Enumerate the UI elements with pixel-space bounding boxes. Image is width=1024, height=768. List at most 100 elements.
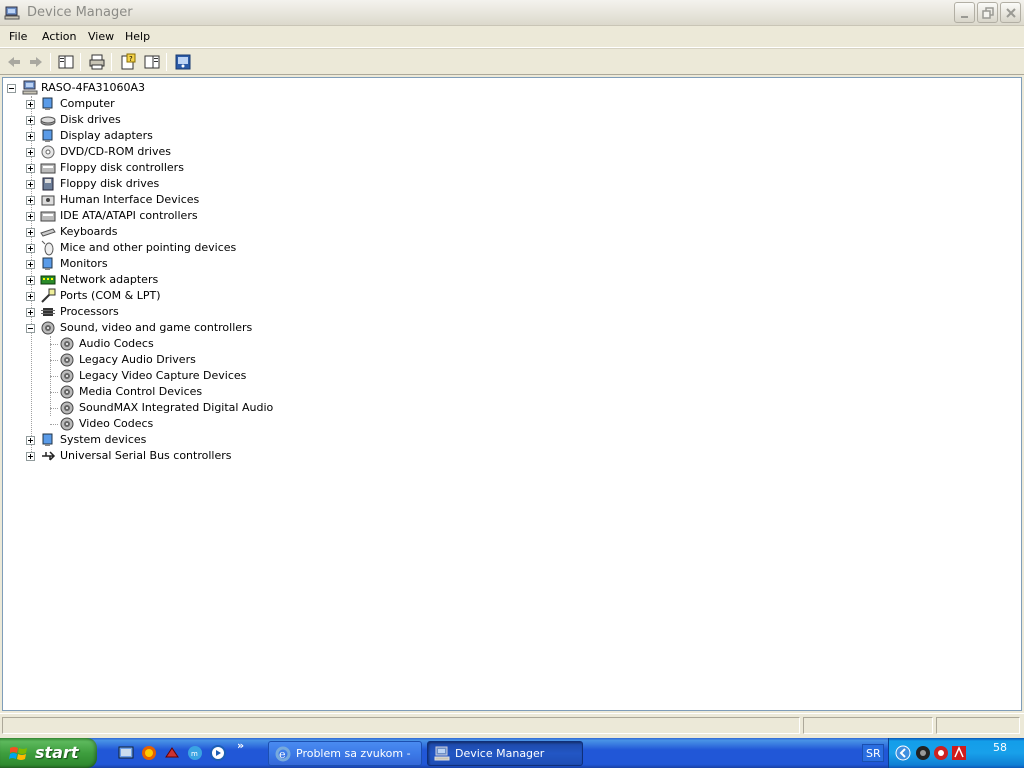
status-cell (803, 717, 933, 734)
help-pane-icon[interactable] (143, 53, 161, 71)
tree-category-computer[interactable]: Computer (3, 96, 403, 112)
properties-icon[interactable]: ? (119, 53, 137, 71)
expand-toggle[interactable] (26, 452, 35, 461)
svg-text:?: ? (129, 55, 133, 63)
expand-toggle[interactable] (26, 260, 35, 269)
category-label: Monitors (60, 257, 108, 270)
tree-category-monitors[interactable]: Monitors (3, 256, 403, 272)
tree-line (50, 360, 58, 361)
minimize-button[interactable] (954, 2, 975, 23)
expand-toggle[interactable] (26, 244, 35, 253)
processor-icon (41, 308, 55, 316)
tree-device-item[interactable]: Legacy Video Capture Devices (3, 368, 403, 384)
tree-line (50, 392, 58, 393)
expand-toggle[interactable] (26, 308, 35, 317)
collapse-toggle[interactable] (26, 324, 35, 333)
task-label: Problem sa zvukom - ... (296, 747, 411, 768)
device-label: Media Control Devices (79, 385, 203, 398)
expand-toggle[interactable] (26, 436, 35, 445)
tree-category-disk-drives[interactable]: Disk drives (3, 112, 403, 128)
collapse-toggle[interactable] (7, 84, 16, 93)
close-icon (1006, 8, 1016, 18)
category-label: Computer (60, 97, 115, 110)
antivirus-icon[interactable] (933, 745, 949, 761)
tree-category-processors[interactable]: Processors (3, 304, 403, 320)
expand-toggle[interactable] (26, 228, 35, 237)
tree-category-floppy-disk-controllers[interactable]: Floppy disk controllers (3, 160, 403, 176)
task-button-browser[interactable]: e Problem sa zvukom - ... (268, 741, 422, 768)
internet-explorer-icon: e (275, 746, 291, 762)
tree-line (50, 408, 58, 409)
tree-line (50, 376, 58, 377)
menu-help[interactable]: Help (125, 30, 150, 43)
adobe-icon[interactable] (951, 745, 967, 761)
taskbar: start m » e Problem sa zvukom - ... Devi… (0, 738, 1024, 768)
tree-category-mice-and-other-pointing-devices[interactable]: Mice and other pointing devices (3, 240, 403, 256)
cdrom-icon (41, 145, 55, 159)
computer-icon (42, 97, 53, 110)
tree-device-item[interactable]: Video Codecs (3, 416, 403, 432)
messenger-icon[interactable]: m (187, 745, 203, 761)
firefox-icon[interactable] (141, 745, 157, 761)
app-launcher-icon[interactable] (164, 745, 180, 761)
device-tree[interactable]: RASO-4FA31060A3 Computer Disk drives Displ… (2, 77, 1022, 711)
ide-controller-icon (40, 211, 56, 222)
menu-file[interactable]: File (9, 30, 27, 43)
media-player-icon[interactable] (210, 745, 226, 761)
quick-launch-overflow-icon[interactable]: » (237, 739, 244, 752)
scan-hardware-icon[interactable] (174, 53, 192, 71)
back-arrow-icon[interactable] (5, 53, 23, 71)
print-icon[interactable] (88, 53, 106, 71)
tree-category-dvd-cd-rom-drives[interactable]: DVD/CD-ROM drives (3, 144, 403, 160)
show-hide-tree-icon[interactable] (57, 53, 75, 71)
forward-arrow-icon[interactable] (27, 53, 45, 71)
close-button[interactable] (1000, 2, 1021, 23)
expand-toggle[interactable] (26, 164, 35, 173)
svg-text:m: m (191, 750, 198, 758)
toolbar-separator (111, 53, 112, 71)
expand-toggle[interactable] (26, 180, 35, 189)
sound-icon (41, 321, 55, 335)
expand-toggle[interactable] (26, 276, 35, 285)
window-title: Device Manager (27, 5, 133, 20)
category-label: Processors (60, 305, 119, 318)
tree-category-universal-serial-bus-controllers[interactable]: Universal Serial Bus controllers (3, 448, 403, 464)
menu-action[interactable]: Action (42, 30, 76, 43)
category-label: Sound, video and game controllers (60, 321, 253, 334)
usb-icon (42, 451, 56, 461)
restore-button[interactable] (977, 2, 998, 23)
start-button[interactable]: start (0, 738, 97, 768)
show-hidden-icons-icon[interactable] (895, 745, 911, 761)
language-bar[interactable]: SR (862, 744, 884, 762)
tree-category-ide-ata-atapi-controllers[interactable]: IDE ATA/ATAPI controllers (3, 208, 403, 224)
tree-device-item[interactable]: Audio Codecs (3, 336, 403, 352)
tray-app-icon[interactable] (915, 745, 931, 761)
tree-category-ports-com-lpt[interactable]: Ports (COM & LPT) (3, 288, 403, 304)
desktop-icon[interactable] (118, 745, 134, 761)
tree-root[interactable]: RASO-4FA31060A3 (3, 80, 303, 96)
expand-toggle[interactable] (26, 292, 35, 301)
sound-device-icon (60, 385, 74, 399)
category-label: Mice and other pointing devices (60, 241, 237, 254)
tree-device-item[interactable]: Media Control Devices (3, 384, 403, 400)
expand-toggle[interactable] (26, 196, 35, 205)
tree-category-keyboards[interactable]: Keyboards (3, 224, 403, 240)
expand-toggle[interactable] (26, 116, 35, 125)
title-bar[interactable]: Device Manager (0, 0, 1024, 26)
task-button-device-manager[interactable]: Device Manager (427, 741, 583, 766)
tree-category-human-interface-devices[interactable]: Human Interface Devices (3, 192, 403, 208)
expand-toggle[interactable] (26, 100, 35, 109)
tree-device-item[interactable]: SoundMAX Integrated Digital Audio (3, 400, 403, 416)
tree-device-item[interactable]: Legacy Audio Drivers (3, 352, 403, 368)
computer-name: RASO-4FA31060A3 (41, 81, 145, 94)
device-label: SoundMAX Integrated Digital Audio (79, 401, 274, 414)
tree-category-system-devices[interactable]: System devices (3, 432, 403, 448)
expand-toggle[interactable] (26, 132, 35, 141)
tree-category-sound-video-and-game-controllers[interactable]: Sound, video and game controllers (3, 320, 403, 336)
expand-toggle[interactable] (26, 148, 35, 157)
tree-category-display-adapters[interactable]: Display adapters (3, 128, 403, 144)
expand-toggle[interactable] (26, 212, 35, 221)
tree-category-network-adapters[interactable]: Network adapters (3, 272, 403, 288)
tree-category-floppy-disk-drives[interactable]: Floppy disk drives (3, 176, 403, 192)
menu-view[interactable]: View (88, 30, 114, 43)
